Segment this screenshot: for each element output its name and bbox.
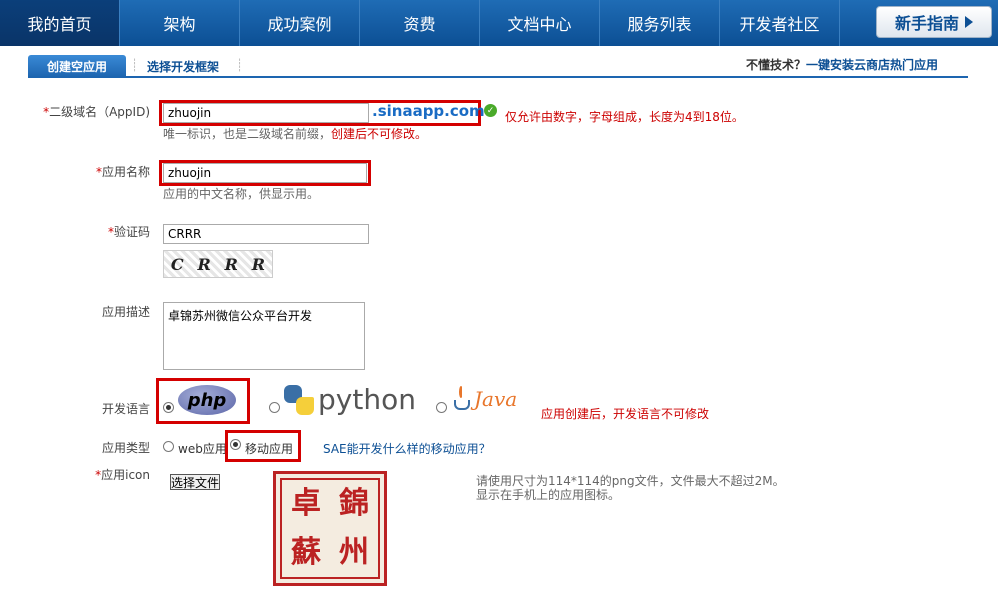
java-label: Java [474,387,518,411]
python-label: python [318,383,416,416]
lang-radio-java[interactable] [436,402,447,413]
app-name-input[interactable]: zhuojin [163,163,367,183]
nav-item-services[interactable]: 服务列表 [600,0,720,46]
desc-label: 应用描述 [101,305,150,319]
top-nav: 我的首页 架构 成功案例 资费 文档中心 服务列表 开发者社区 [0,0,998,46]
appid-hint: 唯一标识，也是二级域名前缀，创建后不可修改。 [163,127,428,141]
app-name-hint: 应用的中文名称，供显示用。 [163,187,320,201]
captcha-label: *验证码 [107,225,150,239]
store-promo: 不懂技术？一键安装云商店热门应用 [746,56,938,73]
lang-radio-python[interactable] [269,402,280,413]
captcha-input[interactable]: CRRR [163,224,369,244]
play-arrow-icon [965,16,973,28]
desc-textarea[interactable]: 卓锦苏州微信公众平台开发 [163,302,365,370]
store-install-link[interactable]: 一键安装云商店热门应用 [806,58,938,72]
type-option-mobile[interactable]: 移动应用 [245,440,293,457]
icon-label: *应用icon [95,468,150,482]
captcha-char: R [251,254,266,274]
app-name-label: *应用名称 [95,165,150,179]
type-option-web[interactable]: web应用 [178,440,227,457]
appid-input[interactable]: zhuojin [163,103,369,123]
type-radio-web[interactable] [163,441,174,452]
type-radio-mobile[interactable] [230,439,241,450]
java-logo[interactable]: Java [452,386,517,412]
python-logo[interactable]: python [284,383,416,416]
captcha-image[interactable]: C R R R [163,250,273,278]
appid-label: *二级域名（AppID) [43,105,150,119]
nav-item-home[interactable]: 我的首页 [0,0,120,46]
seal-char: 錦 [339,486,369,521]
tab-underline [28,76,968,78]
captcha-char: R [224,254,238,274]
seal-char: 卓 [291,486,321,521]
python-icon [284,384,314,415]
tab-separator: ┊ [131,58,139,72]
nav-item-docs[interactable]: 文档中心 [480,0,600,46]
mobile-apps-link[interactable]: SAE能开发什么样的移动应用？ [323,440,491,457]
nav-item-community[interactable]: 开发者社区 [720,0,840,46]
icon-hint-display: 显示在手机上的应用图标。 [476,488,621,502]
tab-separator: ┊ [236,58,244,72]
seal-char: 蘇 [291,534,321,570]
lang-radio-php[interactable] [163,402,174,413]
lang-label: 开发语言 [101,402,150,416]
guide-button-label: 新手指南 [894,14,959,33]
check-icon: ✓ [484,104,497,117]
store-promo-prefix: 不懂技术？ [745,58,806,72]
seal-image: 卓 錦 蘇 州 [280,478,380,579]
captcha-char: R [197,254,211,274]
guide-button[interactable]: 新手指南 [876,6,992,38]
choose-file-button[interactable]: 选择文件 [170,474,220,490]
nav-item-architecture[interactable]: 架构 [120,0,240,46]
php-logo[interactable]: php [178,385,236,415]
tab-create-empty-app[interactable]: 创建空应用 [28,55,126,77]
seal-char: 州 [339,534,369,570]
type-label: 应用类型 [101,441,150,455]
nav-item-pricing[interactable]: 资费 [360,0,480,46]
java-cup-icon [452,386,472,412]
tab-choose-framework[interactable]: 选择开发框架 [147,58,219,75]
lang-note: 应用创建后，开发语言不可修改 [541,407,710,421]
appid-rule: 仅允许由数字，字母组成，长度为4到18位。 [505,110,744,124]
domain-suffix: .sinaapp.com [372,102,485,120]
app-icon-preview: 卓 錦 蘇 州 [273,471,387,586]
captcha-char: C [170,254,184,274]
nav-item-cases[interactable]: 成功案例 [240,0,360,46]
